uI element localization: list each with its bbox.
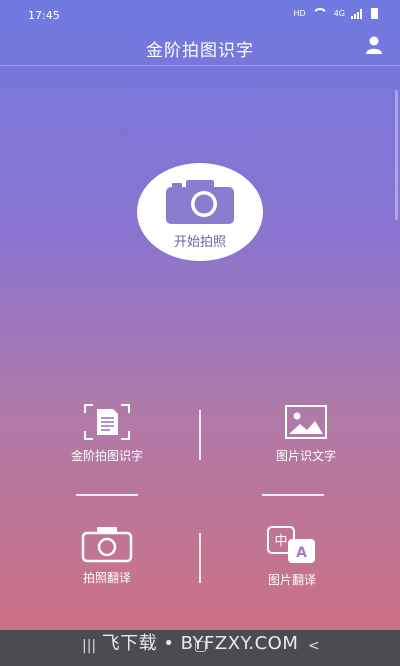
- status-bar: 17:45 HD 4G: [0, 0, 400, 30]
- document-scan-icon: [84, 404, 130, 440]
- translate-icon: 中 A: [267, 526, 315, 563]
- tile-label: 图片识文字: [275, 449, 336, 463]
- grid-divider-vertical: [199, 533, 201, 583]
- svg-text:中: 中: [274, 534, 287, 549]
- camera-icon: [81, 527, 133, 563]
- tile-label: 图片翻译: [267, 573, 316, 587]
- scrollbar: [395, 90, 398, 220]
- image-icon: [285, 405, 327, 439]
- status-icons: HD 4G: [294, 8, 378, 19]
- grid-divider-horizontal: [262, 494, 324, 496]
- signal-icon: [351, 8, 365, 19]
- signal-label: 4G: [333, 9, 345, 18]
- wifi-icon: [311, 8, 328, 19]
- tile-photo-translate[interactable]: 拍照翻译: [37, 525, 177, 620]
- start-capture-button[interactable]: 开始拍照: [137, 163, 263, 261]
- grid-divider-horizontal: [76, 494, 138, 496]
- grid-divider-vertical: [199, 410, 201, 460]
- page-title: 金阶拍图识字: [146, 41, 254, 61]
- battery-icon: [371, 8, 378, 19]
- app-header: 金阶拍图识字: [0, 30, 400, 66]
- tile-text-recognition[interactable]: 金阶拍图识字: [37, 403, 177, 498]
- tile-image-to-text[interactable]: 图片识文字: [236, 403, 376, 498]
- tile-label: 金阶拍图识字: [70, 449, 143, 463]
- user-icon[interactable]: [364, 35, 384, 55]
- tile-label: 拍照翻译: [82, 571, 131, 585]
- tile-image-translate[interactable]: 中 A 图片翻译: [222, 525, 362, 620]
- watermark: 飞下载 • BYFZXY.COM: [101, 633, 299, 654]
- camera-icon: [166, 180, 234, 224]
- svg-text:A: A: [296, 545, 307, 561]
- status-time: 17:45: [28, 9, 60, 22]
- start-capture-label: 开始拍照: [173, 235, 226, 250]
- network-label: HD: [293, 9, 306, 18]
